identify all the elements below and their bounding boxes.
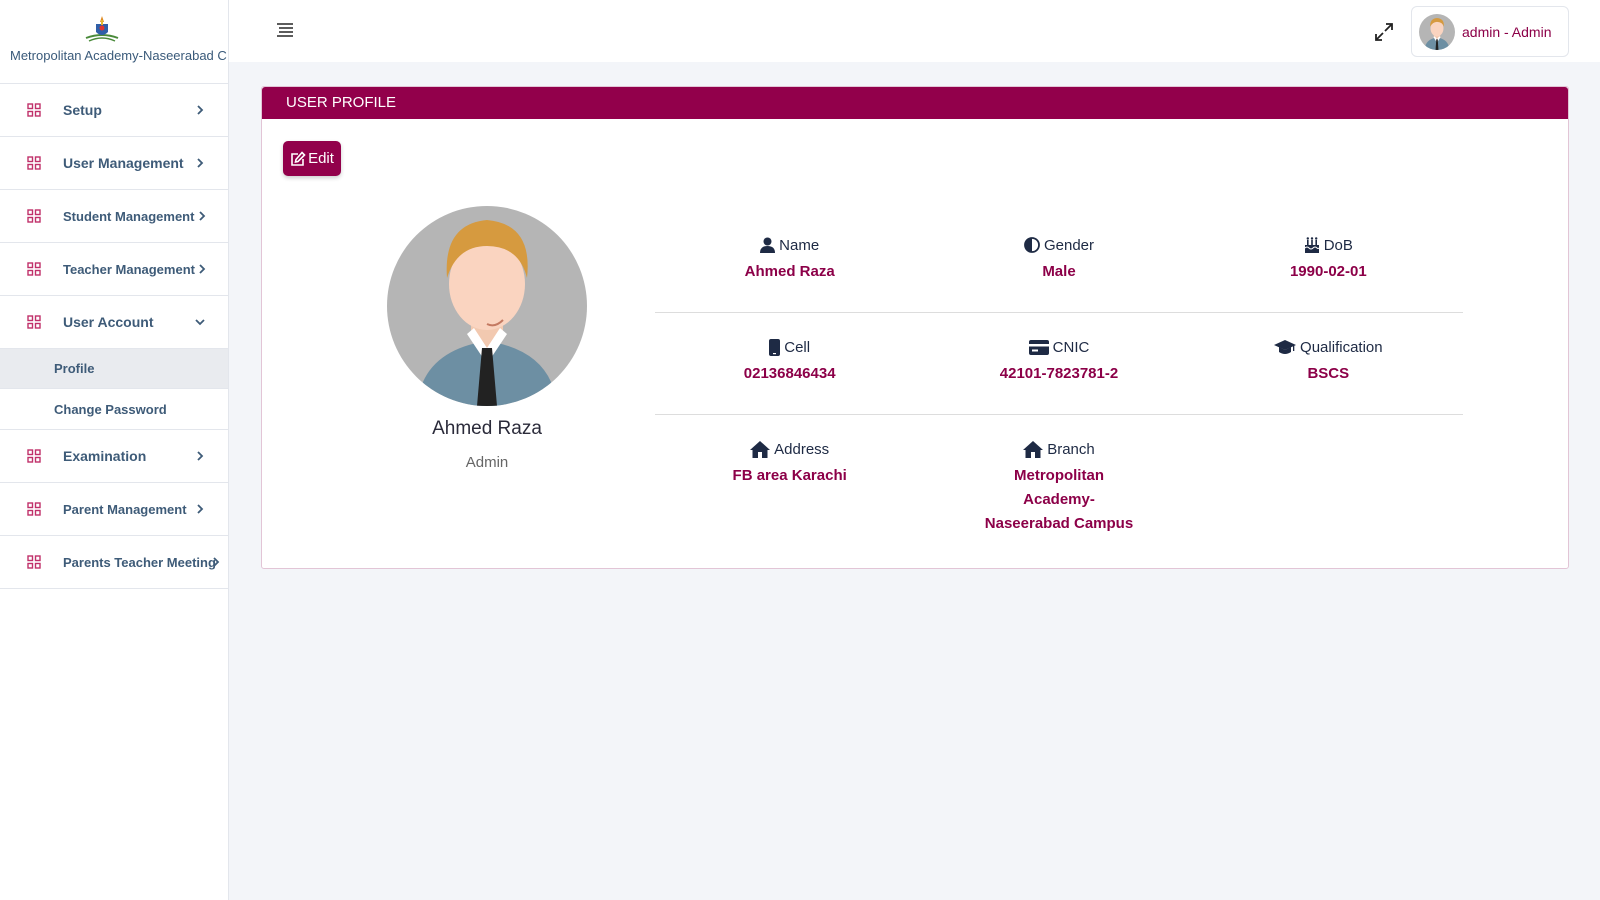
- top-bar: admin - Admin: [229, 0, 1600, 62]
- profile-avatar: [387, 206, 587, 406]
- detail-cell: Cell 02136846434: [655, 337, 924, 414]
- detail-label: CNIC: [1052, 338, 1090, 356]
- user-account-submenu: Profile Change Password: [0, 349, 228, 430]
- user-profile-card: USER PROFILE Edit Ahmed Raza Admin Name …: [261, 86, 1569, 569]
- detail-value: 1990-02-01: [1289, 263, 1367, 280]
- profile-role: Admin: [465, 454, 509, 471]
- chevron-right-icon: [197, 158, 204, 168]
- detail-value: Metropolitan Academy-Naseerabad Campus: [984, 467, 1134, 532]
- sidebar-item-label: Teacher Management: [63, 261, 195, 277]
- detail-value: FB area Karachi: [732, 467, 847, 484]
- sidebar-item-student-management[interactable]: Student Management: [0, 190, 228, 243]
- detail-label-row: Name: [655, 235, 924, 255]
- sidebar-item-label: User Account: [63, 314, 154, 330]
- detail-label: Address: [774, 440, 830, 458]
- profile-name: Ahmed Raza: [432, 418, 542, 439]
- user-icon: [760, 237, 776, 253]
- grid-icon: [27, 209, 41, 223]
- avatar: [1419, 13, 1455, 50]
- chevron-right-icon: [199, 264, 206, 274]
- contrast-icon: [1024, 237, 1040, 253]
- sidebar-item-setup[interactable]: Setup: [0, 84, 228, 137]
- detail-label: Branch: [1047, 440, 1095, 458]
- grid-icon: [27, 449, 41, 463]
- sidebar-item-label: Student Management: [63, 208, 195, 224]
- detail-label-row: DoB: [1194, 235, 1463, 255]
- detail-address: Address FB area Karachi: [655, 439, 924, 517]
- chevron-down-icon: [195, 319, 205, 326]
- sidebar-item-label: Setup: [63, 102, 102, 118]
- sidebar-item-teacher-management[interactable]: Teacher Management: [0, 243, 228, 296]
- details-row: Address FB area Karachi Branch Metropoli…: [655, 415, 1463, 532]
- grid-icon: [27, 262, 41, 276]
- detail-label-row: Qualification: [1194, 337, 1463, 357]
- detail-gender: Gender Male: [924, 235, 1193, 312]
- grid-icon: [27, 103, 41, 117]
- sidebar-item-parent-management[interactable]: Parent Management: [0, 483, 228, 536]
- sidebar-item-user-management[interactable]: User Management: [0, 137, 228, 190]
- sidebar-item-parents-teacher-meeting[interactable]: Parents Teacher Meeting: [0, 536, 228, 589]
- detail-value: 02136846434: [743, 365, 836, 382]
- fullscreen-icon[interactable]: [1373, 21, 1395, 43]
- detail-value: Male: [1042, 263, 1076, 280]
- id-card-icon: [1028, 339, 1049, 355]
- sidebar-item-label: User Management: [63, 155, 184, 171]
- sidebar-item-examination[interactable]: Examination: [0, 430, 228, 483]
- detail-label: Name: [779, 236, 820, 254]
- home-icon: [750, 440, 771, 458]
- card-title: USER PROFILE: [262, 87, 1568, 119]
- grid-icon: [27, 555, 41, 569]
- chevron-right-icon: [213, 557, 220, 567]
- user-menu-button[interactable]: admin - Admin: [1411, 6, 1569, 57]
- sidebar: Metropolitan Academy-Naseerabad C Setup …: [0, 0, 229, 900]
- grid-icon: [27, 502, 41, 516]
- detail-label-row: CNIC: [924, 337, 1193, 357]
- detail-branch: Branch Metropolitan Academy-Naseerabad C…: [924, 439, 1193, 532]
- detail-label-row: Branch: [924, 439, 1193, 459]
- chevron-right-icon: [197, 451, 204, 461]
- detail-value: Ahmed Raza: [744, 263, 835, 280]
- mobile-phone-icon: [769, 338, 781, 356]
- sidebar-item-label: Parent Management: [63, 501, 187, 517]
- edit-button-label: Edit: [308, 150, 334, 167]
- sidebar-item-label: Examination: [63, 448, 147, 464]
- details-row: Cell 02136846434 CNIC 42101-7823781-2 Qu…: [655, 313, 1463, 415]
- detail-empty: [1194, 439, 1463, 517]
- birthday-cake-icon: [1304, 237, 1320, 253]
- edit-button[interactable]: Edit: [283, 141, 341, 176]
- chevron-right-icon: [197, 504, 204, 514]
- academy-logo: [85, 16, 119, 42]
- edit-icon: [291, 150, 306, 166]
- sidebar-subitem-change-password[interactable]: Change Password: [0, 389, 228, 429]
- detail-label: Cell: [784, 338, 811, 356]
- grid-icon: [27, 315, 41, 329]
- home-icon: [1023, 440, 1044, 458]
- graduation-cap-icon: [1274, 339, 1297, 354]
- sidebar-item-label: Parents Teacher Meeting: [63, 554, 216, 570]
- hamburger-menu-icon[interactable]: [276, 22, 294, 38]
- profile-details: Name Ahmed Raza Gender Male DoB 1990-02-…: [655, 211, 1463, 532]
- chevron-right-icon: [199, 211, 206, 221]
- detail-label: DoB: [1323, 236, 1353, 254]
- detail-dob: DoB 1990-02-01: [1194, 235, 1463, 312]
- grid-icon: [27, 156, 41, 170]
- brand[interactable]: Metropolitan Academy-Naseerabad C: [0, 0, 228, 84]
- user-name-label: admin - Admin: [1462, 23, 1552, 40]
- detail-value: BSCS: [1307, 365, 1350, 382]
- details-row: Name Ahmed Raza Gender Male DoB 1990-02-…: [655, 211, 1463, 313]
- detail-label: Gender: [1043, 236, 1095, 254]
- detail-qualification: Qualification BSCS: [1194, 337, 1463, 414]
- sidebar-item-user-account[interactable]: User Account: [0, 296, 228, 349]
- detail-label-row: Gender: [924, 235, 1193, 255]
- profile-summary: Ahmed Raza Admin: [387, 206, 587, 471]
- brand-name: Metropolitan Academy-Naseerabad C: [10, 48, 227, 63]
- detail-name: Name Ahmed Raza: [655, 235, 924, 312]
- detail-label-row: Address: [655, 439, 924, 459]
- chevron-right-icon: [197, 105, 204, 115]
- detail-value: 42101-7823781-2: [999, 365, 1119, 382]
- detail-cnic: CNIC 42101-7823781-2: [924, 337, 1193, 414]
- detail-label-row: Cell: [655, 337, 924, 357]
- sidebar-subitem-profile[interactable]: Profile: [0, 349, 228, 389]
- detail-label: Qualification: [1300, 338, 1383, 356]
